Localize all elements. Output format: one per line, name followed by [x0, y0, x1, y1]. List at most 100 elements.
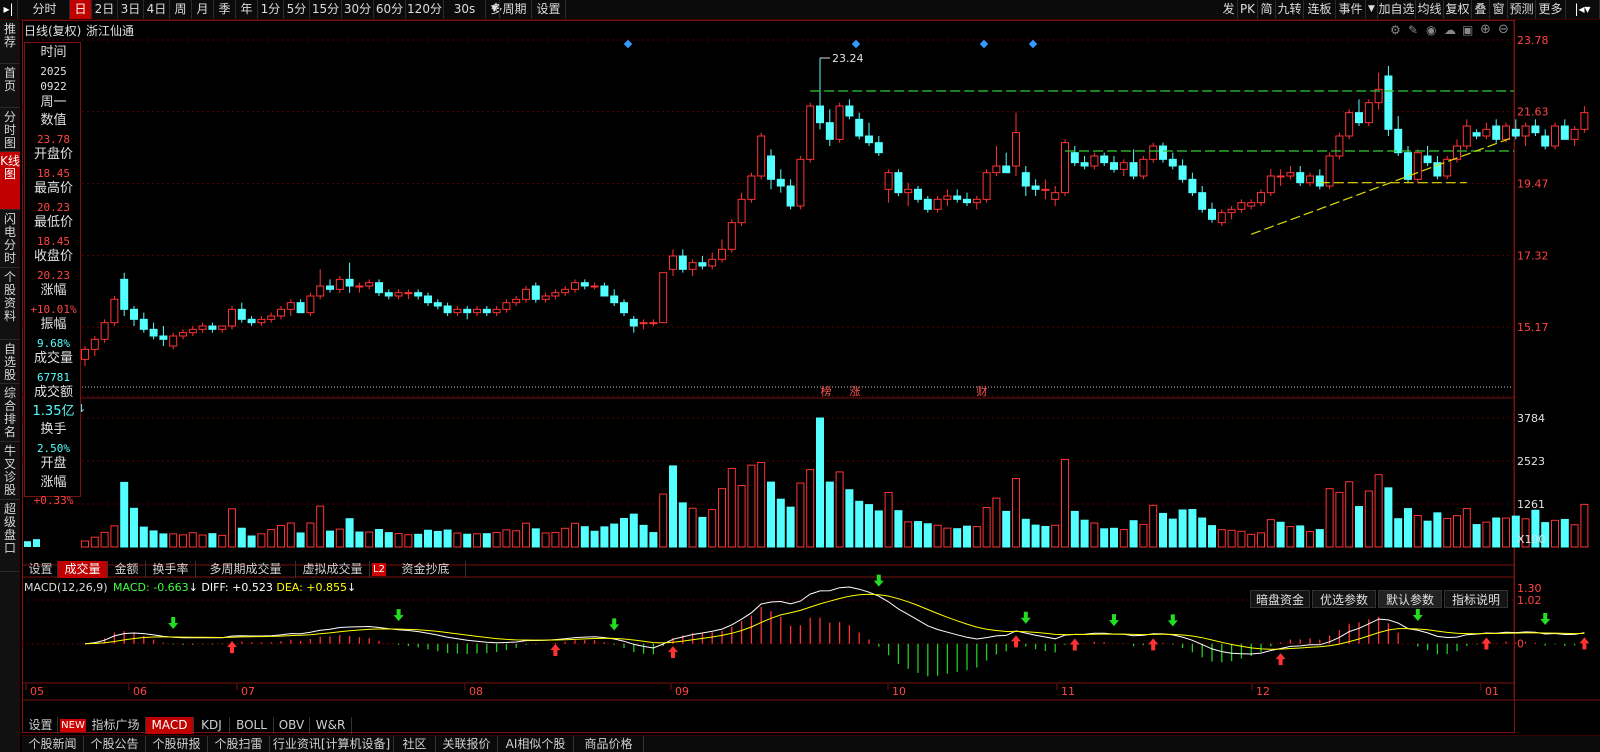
- period-15[interactable]: 30s: [444, 0, 486, 19]
- period-10[interactable]: 5分: [284, 0, 310, 19]
- chart-period-label: 日线(复权): [24, 24, 82, 38]
- period-2[interactable]: 2日: [92, 0, 118, 19]
- volume-bar: [953, 528, 962, 548]
- nav-item-1[interactable]: 首页: [0, 64, 20, 108]
- info-tab-3[interactable]: 个股扫雷: [208, 736, 270, 752]
- volume-bar: [1433, 512, 1442, 548]
- period-4[interactable]: 4日: [144, 0, 170, 19]
- macd-btn-2[interactable]: 默认参数: [1378, 590, 1442, 608]
- vol-tab-0[interactable]: 设置: [24, 561, 58, 578]
- candle-body: [365, 282, 374, 287]
- period-9[interactable]: 1分: [258, 0, 284, 19]
- period-6[interactable]: 月: [192, 0, 214, 19]
- event-diamond-icon: [623, 39, 633, 49]
- info-tab-1[interactable]: 个股公告: [84, 736, 146, 752]
- nav-item-6[interactable]: 自选股: [0, 340, 20, 384]
- ind-tab-2[interactable]: MACD: [146, 717, 194, 734]
- tool-4[interactable]: 连板: [1304, 0, 1336, 19]
- nav-item-2[interactable]: 分时图: [0, 108, 20, 152]
- nav-item-3[interactable]: K线图: [0, 152, 20, 210]
- period-17[interactable]: 设置: [532, 0, 566, 19]
- pen-icon[interactable]: ✎: [1408, 23, 1418, 37]
- nav-item-4[interactable]: 闪电分时: [0, 210, 20, 268]
- period-1[interactable]: 日: [70, 0, 92, 19]
- macd-btn-3[interactable]: 指标说明: [1444, 590, 1508, 608]
- tool-7[interactable]: 均线: [1416, 0, 1444, 19]
- settings-gear-icon[interactable]: ⚙: [1390, 23, 1401, 37]
- ind-tab-0[interactable]: 设置: [24, 717, 58, 734]
- step-left-icon[interactable]: ▸|: [0, 0, 18, 19]
- candle-body: [228, 308, 236, 327]
- volume-bar: [1188, 509, 1197, 548]
- volume-bar: [1129, 520, 1138, 548]
- candle-body: [1149, 145, 1158, 160]
- tool-1[interactable]: PK: [1238, 0, 1258, 19]
- info-tab-4[interactable]: 行业资讯[计算机设备]: [270, 736, 394, 752]
- candle-body: [1413, 152, 1422, 180]
- tool-2[interactable]: 简: [1258, 0, 1276, 19]
- cloud-icon[interactable]: ☁: [1444, 23, 1456, 37]
- vol-tab-6[interactable]: 资金抄底: [386, 561, 466, 578]
- ind-tab-4[interactable]: BOLL: [230, 717, 274, 734]
- tool-9[interactable]: 叠: [1472, 0, 1490, 19]
- nav-item-8[interactable]: 牛叉诊股: [0, 442, 20, 500]
- period-11[interactable]: 15分: [310, 0, 342, 19]
- volume-bar: [982, 507, 991, 548]
- info-tab-0[interactable]: 个股新闻: [22, 736, 84, 752]
- macd-btn-0[interactable]: 暗盘资金: [1250, 590, 1310, 608]
- info-tab-6[interactable]: 关联报价: [436, 736, 498, 752]
- period-14[interactable]: 120分: [406, 0, 444, 19]
- period-5[interactable]: 周: [170, 0, 192, 19]
- nav-item-5[interactable]: 个股资料: [0, 268, 20, 340]
- volume-bar: [1266, 519, 1275, 548]
- period-13[interactable]: 60分: [374, 0, 406, 19]
- ind-tab-3[interactable]: KDJ: [194, 717, 230, 734]
- ind-tab-1[interactable]: 指标广场: [86, 717, 146, 734]
- eye-icon[interactable]: ◉: [1426, 23, 1436, 37]
- candle-body: [100, 322, 109, 340]
- tool-0[interactable]: 发: [1220, 0, 1238, 19]
- tool-6[interactable]: 加自选: [1378, 0, 1416, 19]
- dropdown-caret-icon[interactable]: ▼: [490, 0, 500, 19]
- info-tab-7[interactable]: AI相似个股: [498, 736, 574, 752]
- tool-3[interactable]: 九转: [1276, 0, 1304, 19]
- kline-chart-area[interactable]: 23.24 榜 涨 财 5↓ 23.78 21.63 19.47 17.32 15.17 3784 2…: [22, 20, 1600, 733]
- nav-item-7[interactable]: 综合排名: [0, 384, 20, 442]
- zoom-out-icon[interactable]: ⊖: [1498, 22, 1509, 37]
- volume-tick: X100: [1517, 533, 1546, 546]
- candle-body: [286, 302, 295, 310]
- period-0[interactable]: 分时: [20, 0, 70, 19]
- candle-body: [1580, 112, 1589, 130]
- vol-tab-4[interactable]: 多周期成交量: [196, 561, 296, 578]
- nav-item-0[interactable]: 推荐: [0, 20, 20, 64]
- death-cross-arrow-icon: [609, 618, 620, 631]
- vol-tab-5[interactable]: 虚拟成交量: [296, 561, 370, 578]
- tool-11[interactable]: 预测: [1508, 0, 1536, 19]
- vol-tab-3[interactable]: 换手率: [146, 561, 196, 578]
- info-tab-5[interactable]: 社区: [394, 736, 436, 752]
- vol-tab-2[interactable]: 金额: [108, 561, 146, 578]
- lock-icon[interactable]: ▣: [1462, 23, 1473, 37]
- back-icon[interactable]: |◂▾: [1566, 0, 1600, 19]
- period-12[interactable]: 30分: [342, 0, 374, 19]
- dropdown-caret-icon[interactable]: ▼: [1366, 0, 1378, 19]
- period-3[interactable]: 3日: [118, 0, 144, 19]
- ind-tab-6[interactable]: W&R: [310, 717, 352, 734]
- ind-tab-5[interactable]: OBV: [274, 717, 310, 734]
- candle-body: [1090, 155, 1099, 167]
- info-tab-8[interactable]: 商品价格: [574, 736, 644, 752]
- tool-8[interactable]: 复权: [1444, 0, 1472, 19]
- info-tab-2[interactable]: 个股研报: [146, 736, 208, 752]
- tool-10[interactable]: 窗: [1490, 0, 1508, 19]
- tool-12[interactable]: 更多: [1536, 0, 1566, 19]
- zoom-in-icon[interactable]: ⊕: [1480, 22, 1491, 37]
- volume-bar: [580, 526, 589, 548]
- period-8[interactable]: 年: [236, 0, 258, 19]
- candle-body: [1521, 125, 1530, 137]
- candle-body: [1560, 125, 1569, 140]
- macd-btn-1[interactable]: 优选参数: [1312, 590, 1376, 608]
- nav-item-9[interactable]: 超级盘口: [0, 500, 20, 572]
- tool-5[interactable]: 事件: [1336, 0, 1366, 19]
- vol-tab-1[interactable]: 成交量: [58, 561, 108, 578]
- period-7[interactable]: 季: [214, 0, 236, 19]
